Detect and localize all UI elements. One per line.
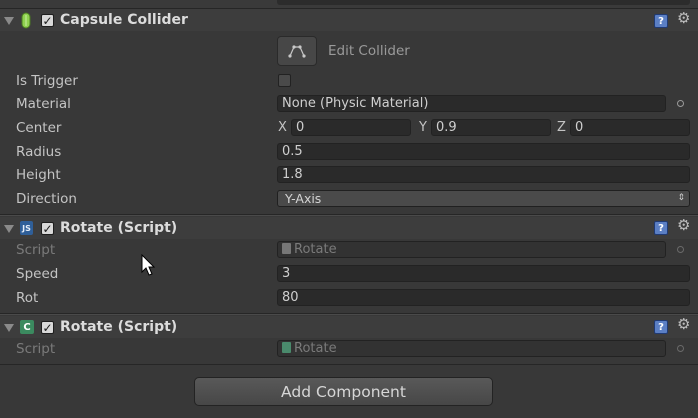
- radius-label: Radius: [16, 144, 62, 160]
- object-picker-icon: [677, 345, 684, 352]
- help-book-icon[interactable]: ?: [654, 221, 668, 235]
- script-file-icon: [282, 342, 291, 353]
- script-label: Script: [16, 341, 56, 357]
- rotate-js-enabled-checkbox[interactable]: ✓: [41, 222, 54, 235]
- center-y-field[interactable]: 0.9: [431, 119, 551, 136]
- help-book-icon[interactable]: ?: [654, 320, 668, 334]
- material-field[interactable]: None (Physic Material): [277, 95, 666, 112]
- component-title: Rotate (Script): [60, 220, 178, 236]
- center-label: Center: [16, 120, 62, 136]
- center-y-label: Y: [419, 120, 427, 135]
- center-z-field[interactable]: 0: [570, 119, 690, 136]
- speed-label: Speed: [16, 266, 59, 282]
- material-label: Material: [16, 96, 71, 112]
- separator: [0, 314, 698, 315]
- height-field[interactable]: 1.8: [277, 166, 690, 183]
- component-title: Capsule Collider: [60, 12, 188, 28]
- gear-icon[interactable]: ⚙: [677, 11, 690, 26]
- previous-component-strip: [0, 0, 698, 8]
- script-field-value: Rotate: [294, 341, 337, 356]
- object-picker-icon: [677, 246, 684, 253]
- radius-field[interactable]: 0.5: [277, 143, 690, 160]
- edit-collider-button[interactable]: [277, 36, 317, 66]
- direction-value: Y-Axis: [285, 191, 322, 206]
- script-field: Rotate: [277, 340, 666, 357]
- javascript-file-icon: JS: [20, 221, 33, 235]
- help-book-icon[interactable]: ?: [654, 14, 668, 28]
- gear-icon[interactable]: ⚙: [677, 317, 690, 332]
- direction-dropdown[interactable]: Y-Axis ⇕: [277, 190, 690, 207]
- center-x-label: X: [278, 120, 287, 135]
- center-x-field[interactable]: 0: [291, 119, 411, 136]
- dropdown-arrows-icon: ⇕: [677, 193, 685, 203]
- script-label: Script: [16, 242, 56, 258]
- script-field-value: Rotate: [294, 242, 337, 257]
- foldout-arrow-icon[interactable]: [4, 225, 14, 233]
- foldout-arrow-icon[interactable]: [4, 324, 14, 332]
- capsule-collider-enabled-checkbox[interactable]: ✓: [41, 14, 54, 27]
- previous-field-edge: [277, 0, 690, 5]
- component-title: Rotate (Script): [60, 319, 178, 335]
- is-trigger-checkbox[interactable]: [278, 74, 291, 87]
- rot-label: Rot: [16, 290, 39, 306]
- is-trigger-label: Is Trigger: [16, 73, 78, 89]
- script-field: Rotate: [277, 241, 666, 258]
- foldout-arrow-icon[interactable]: [4, 17, 14, 25]
- edit-collider-icon: [288, 45, 306, 58]
- mouse-cursor-icon: [141, 254, 156, 276]
- capsule-collider-icon: [21, 12, 31, 29]
- csharp-file-icon: C: [20, 320, 34, 334]
- script-file-icon: [282, 243, 291, 254]
- gear-icon[interactable]: ⚙: [677, 218, 690, 233]
- rot-field[interactable]: 80: [277, 289, 690, 306]
- rotate-cs-enabled-checkbox[interactable]: ✓: [41, 321, 54, 334]
- separator: [0, 364, 698, 365]
- direction-label: Direction: [16, 191, 77, 207]
- add-component-button[interactable]: Add Component: [194, 377, 493, 406]
- edit-collider-label: Edit Collider: [328, 43, 410, 59]
- object-picker-icon[interactable]: [677, 100, 684, 107]
- speed-field[interactable]: 3: [277, 265, 690, 282]
- separator: [0, 215, 698, 216]
- height-label: Height: [16, 167, 61, 183]
- center-z-label: Z: [557, 120, 566, 135]
